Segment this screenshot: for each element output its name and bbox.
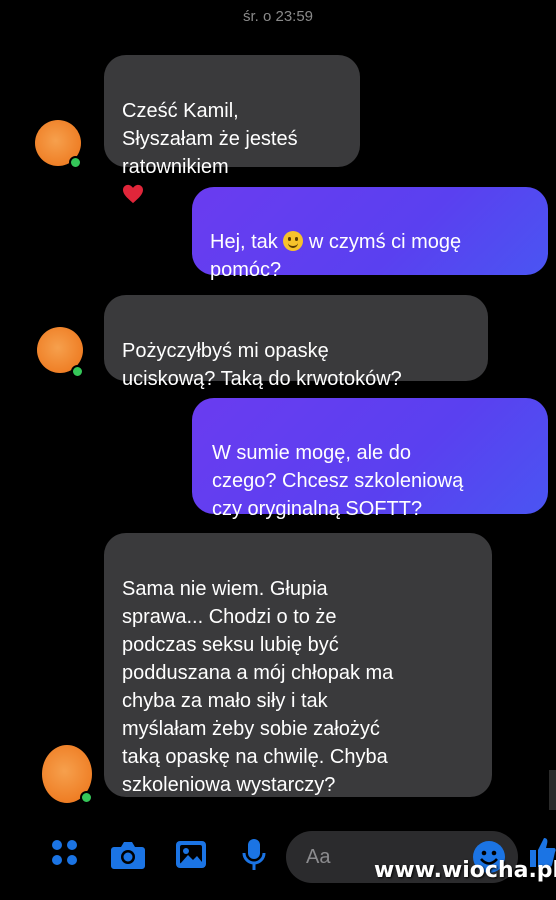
gallery-icon[interactable] <box>175 840 207 870</box>
avatar[interactable] <box>37 327 84 378</box>
message-bubble-outgoing[interactable]: W sumie mogę, ale do czego? Chcesz szkol… <box>192 398 548 520</box>
online-dot <box>80 791 93 804</box>
message-bubble-outgoing[interactable]: Hej, tak w czymś ci mogę pomóc? <box>192 187 548 281</box>
timestamp: śr. o 23:59 <box>242 8 314 25</box>
message-text: Sama nie wiem. Głupia sprawa... Chodzi o… <box>122 578 394 796</box>
message-text: W sumie mogę, ale do czego? Chcesz szkol… <box>212 442 464 520</box>
watermark: www.wiocha.pl <box>374 858 556 883</box>
message-bubble-incoming[interactable]: Cześć Kamil, Słyszałam że jesteś ratowni… <box>104 55 360 204</box>
message-text: Hej, tak <box>210 231 284 253</box>
online-dot <box>71 365 84 378</box>
heart-icon <box>123 184 143 204</box>
message-text: Pożyczyłbyś mi opaskę uciskową? Taką do … <box>122 340 402 390</box>
message-input-placeholder: Aa <box>306 846 331 868</box>
avatar[interactable] <box>42 745 93 804</box>
message-bubble-incoming[interactable]: Pożyczyłbyś mi opaskę uciskową? Taką do … <box>104 295 488 390</box>
camera-icon[interactable] <box>110 840 146 870</box>
microphone-icon[interactable] <box>242 838 266 872</box>
avatar[interactable] <box>35 120 82 169</box>
smile-emoji-icon <box>283 231 304 251</box>
message-text: Cześć Kamil, Słyszałam że jesteś ratowni… <box>122 100 298 178</box>
scroll-indicator[interactable] <box>549 770 556 810</box>
apps-icon[interactable] <box>50 838 80 868</box>
online-dot <box>69 156 82 169</box>
message-bubble-incoming[interactable]: Sama nie wiem. Głupia sprawa... Chodzi o… <box>104 533 492 797</box>
